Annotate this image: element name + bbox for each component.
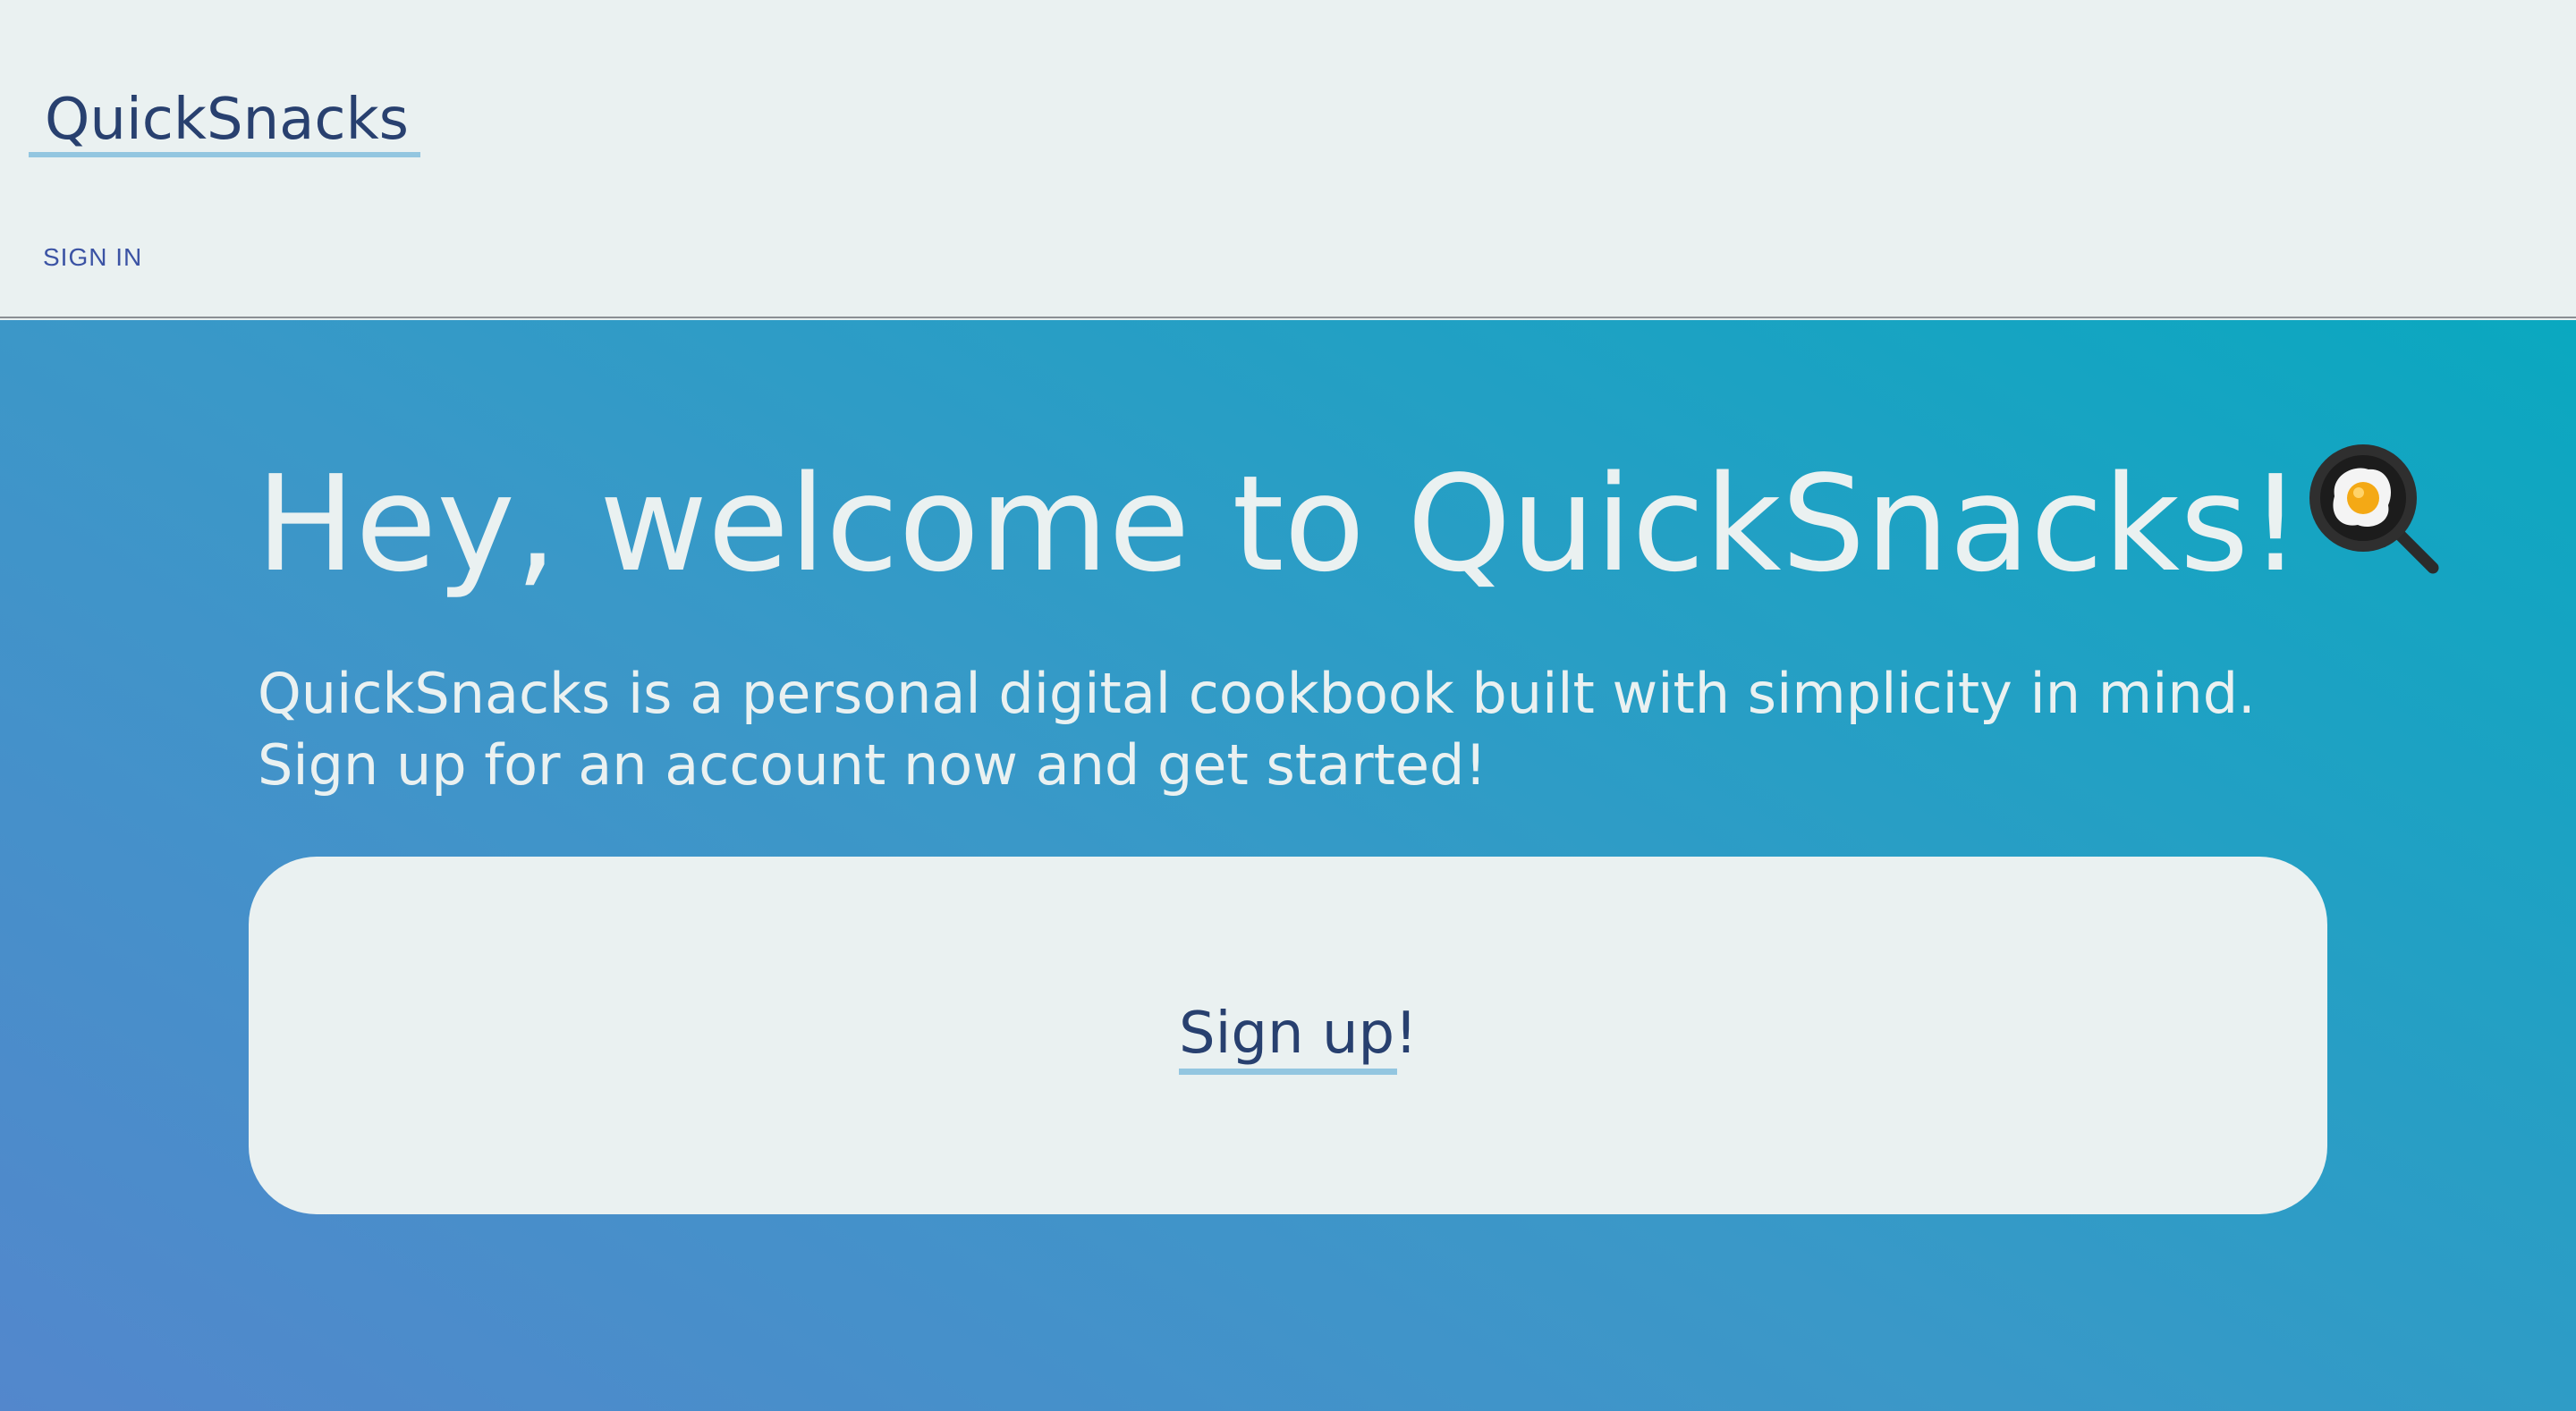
brand-logo-link[interactable]: QuickSnacks <box>29 82 420 157</box>
hero-title-text: Hey, welcome to QuickSnacks! <box>256 447 2302 601</box>
hero-section: Hey, welcome to QuickSnacks! QuickSnacks… <box>0 320 2576 1411</box>
site-header: QuickSnacks SIGN IN <box>0 0 2576 318</box>
hero-description: QuickSnacks is a personal digital cookbo… <box>258 661 2256 798</box>
hero-title: Hey, welcome to QuickSnacks! <box>256 444 2440 617</box>
sign-in-link[interactable]: SIGN IN <box>43 241 142 274</box>
sign-up-link[interactable]: Sign up! <box>1179 1001 1418 1075</box>
signup-card: Sign up! <box>249 857 2327 1214</box>
frying-pan-egg-icon <box>2308 443 2440 610</box>
